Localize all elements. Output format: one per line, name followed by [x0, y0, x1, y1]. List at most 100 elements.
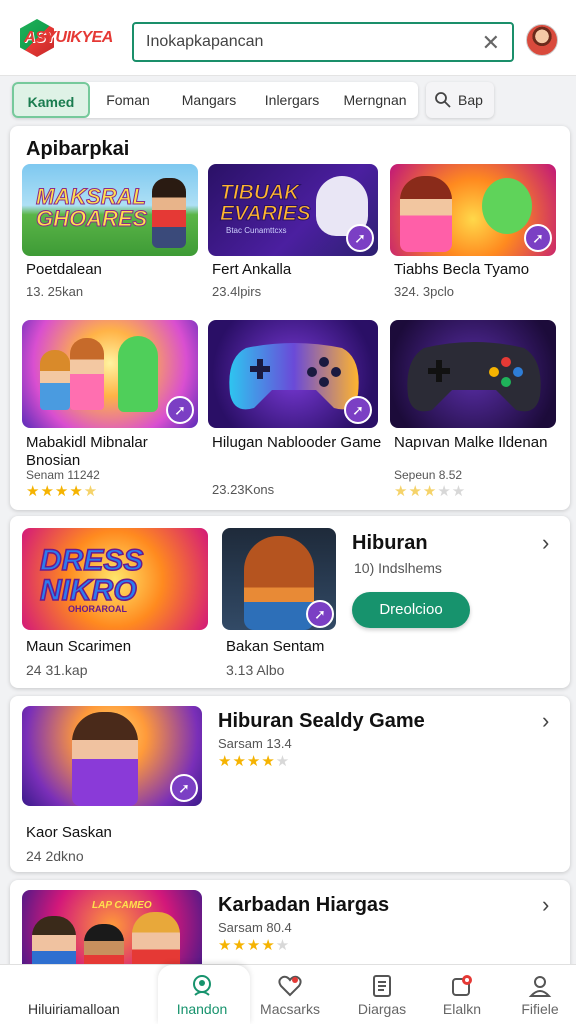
heart-icon	[278, 975, 302, 997]
tab-foman[interactable]: Foman	[90, 82, 166, 118]
game-meta: 23.4lpirs	[212, 284, 262, 299]
game-tile[interactable]: TIBUAK EVARIES Btac Cunamttcxs ➚ Fert An…	[208, 164, 378, 304]
nav-item-elalkn[interactable]: Elalkn	[422, 973, 502, 1023]
search-input[interactable]	[146, 33, 466, 51]
nav-label: Elalkn	[442, 1001, 482, 1017]
download-button[interactable]: Dreolcioo	[352, 592, 470, 628]
play-badge-icon[interactable]: ➚	[524, 224, 552, 252]
game-tile[interactable]: ➚ Hilugan Nablooder Game 23.23Kons	[208, 320, 381, 500]
document-icon	[373, 975, 391, 997]
game-title: Bakan Sentam	[226, 638, 325, 655]
gamepad-illustration	[407, 342, 541, 412]
play-badge-icon[interactable]: ➚	[346, 224, 374, 252]
game-thumbnail: ➚	[22, 706, 202, 806]
section-sealdy-game: ➚ Kaor Saskan 24 2dkno Hiburan Sealdy Ga…	[10, 696, 570, 872]
game-title: Hilugan Nablooder Game	[212, 434, 382, 451]
tab-strip: Kamed Foman Mangars Inlergars Merngnan	[12, 82, 418, 118]
game-title: Poetdalean	[26, 261, 102, 278]
game-tile[interactable]: ➚ Kaor Saskan 24 2dkno	[22, 706, 204, 866]
location-icon	[452, 975, 472, 996]
game-title: Fert Ankalla	[212, 261, 292, 278]
tab-mangars[interactable]: Mangars	[166, 82, 252, 118]
nav-label: Diargas	[357, 1001, 407, 1017]
thumbnail-subtitle: OHORAROAL	[68, 604, 127, 614]
game-tile[interactable]: Napıvan Malke Ildenan Sepeun 8.52 ★★★★★	[390, 320, 558, 500]
game-thumbnail: ➚	[222, 528, 336, 630]
gamepad-illustration	[229, 343, 359, 410]
green-monster-illustration	[118, 336, 158, 412]
section-title: Hiburan Sealdy Game	[218, 710, 425, 732]
game-tile[interactable]: MAKSRAL GHOARES Poetdalean 13. 25kan	[22, 164, 198, 304]
play-badge-icon[interactable]: ➚	[170, 774, 198, 802]
chevron-right-icon[interactable]: ›	[542, 708, 549, 734]
section-meta: Sarsam 80.4	[218, 920, 292, 935]
game-title: Maun Scarimen	[26, 638, 132, 655]
section-title: Karbadan Hiargas	[218, 894, 390, 916]
section-title: Apibarpkai	[26, 138, 130, 160]
thumbnail-title: TIBUAK EVARIES	[220, 181, 312, 225]
game-meta: 3.13 Albo	[226, 662, 285, 678]
game-tile[interactable]: ➚ Bakan Sentam 3.13 Albo	[222, 528, 340, 678]
section-featured: Apibarpkai MAKSRAL GHOARES Poetdalean 13…	[10, 126, 570, 510]
thumbnail-title: DRESS NIKRO	[39, 544, 144, 607]
profile-icon	[528, 976, 552, 997]
home-icon	[193, 975, 211, 996]
nav-left-label[interactable]: Hiluiriamalloan	[28, 1001, 120, 1017]
app-header: ASYUIKYEA ✕	[0, 0, 576, 76]
tab-bap-label: Bap	[458, 92, 483, 108]
nav-label: Inandon	[176, 1001, 228, 1017]
thumbnail-title: LAP CAMEO	[92, 900, 152, 911]
game-title: Tiabhs Becla Tyamo	[394, 261, 530, 278]
clear-search-icon[interactable]: ✕	[482, 30, 500, 56]
tab-inlergars[interactable]: Inlergars	[252, 82, 332, 118]
game-meta: 24 2dkno	[26, 848, 84, 864]
game-title: Kaor Saskan	[26, 824, 112, 841]
star-rating: ★★★★★	[26, 483, 99, 500]
game-thumbnail: MAKSRAL GHOARES	[22, 164, 198, 256]
game-meta: 23.23Kons	[212, 482, 275, 497]
star-rating: ★★★★★	[218, 937, 291, 954]
play-badge-icon[interactable]: ➚	[344, 396, 372, 424]
character-illustration	[152, 178, 186, 248]
game-tile[interactable]: ➚ Mabakidl Mibnalar Bnosian Senam 11242 …	[22, 320, 202, 500]
nav-item-fifiele[interactable]: Fifiele	[500, 973, 576, 1023]
nav-label: Fifiele	[521, 1001, 559, 1017]
chevron-right-icon[interactable]: ›	[542, 892, 549, 918]
game-meta: Sepeun 8.52	[394, 468, 463, 482]
section-title: Hiburan	[352, 532, 428, 554]
tab-bap[interactable]: Bap	[426, 82, 494, 118]
game-thumbnail: ➚	[22, 320, 198, 428]
user-avatar[interactable]	[526, 24, 558, 56]
play-badge-icon[interactable]: ➚	[166, 396, 194, 424]
search-bar[interactable]: ✕	[132, 22, 514, 62]
nav-item-diargas[interactable]: Diargas	[342, 973, 422, 1023]
tab-merngnan[interactable]: Merngnan	[332, 82, 418, 118]
game-thumbnail: DRESS NIKRO OHORAROAL	[22, 528, 208, 630]
section-hiburan: DRESS NIKRO OHORAROAL Maun Scarimen 24 3…	[10, 516, 570, 688]
search-person-icon	[435, 92, 451, 108]
kid-character-illustration	[40, 350, 70, 410]
section-meta: Sarsam 13.4	[218, 736, 292, 751]
star-rating: ★★★★★	[218, 753, 291, 770]
thumbnail-subtitle: Btac Cunamttcxs	[226, 226, 287, 235]
game-thumbnail: ➚	[208, 320, 378, 428]
game-tile[interactable]: DRESS NIKRO OHORAROAL Maun Scarimen 24 3…	[22, 528, 210, 678]
lion-character-illustration	[244, 536, 314, 630]
thumbnail-title: MAKSRAL GHOARES	[36, 184, 148, 231]
star-rating: ★★★★★	[394, 483, 467, 500]
nav-label: Macsarks	[260, 1001, 320, 1017]
game-thumbnail	[390, 320, 556, 428]
app-logo[interactable]: ASYUIKYEA	[20, 18, 120, 58]
chevron-right-icon[interactable]: ›	[542, 530, 549, 556]
game-thumbnail: ➚	[390, 164, 556, 256]
game-meta: 24 31.kap	[26, 662, 88, 678]
nav-item-inandon[interactable]: Inandon	[162, 973, 242, 1023]
green-monster-illustration	[482, 178, 532, 234]
tab-kamed[interactable]: Kamed	[12, 82, 90, 118]
logo-text: ASYUIKYEA	[24, 29, 113, 46]
game-tile[interactable]: ➚ Tiabhs Becla Tyamo 324. 3pclo	[390, 164, 558, 304]
game-title: Napıvan Malke Ildenan	[394, 434, 548, 451]
nav-item-macsarks[interactable]: Macsarks	[250, 973, 330, 1023]
girl-character-illustration	[400, 176, 452, 252]
play-badge-icon[interactable]: ➚	[306, 600, 334, 628]
